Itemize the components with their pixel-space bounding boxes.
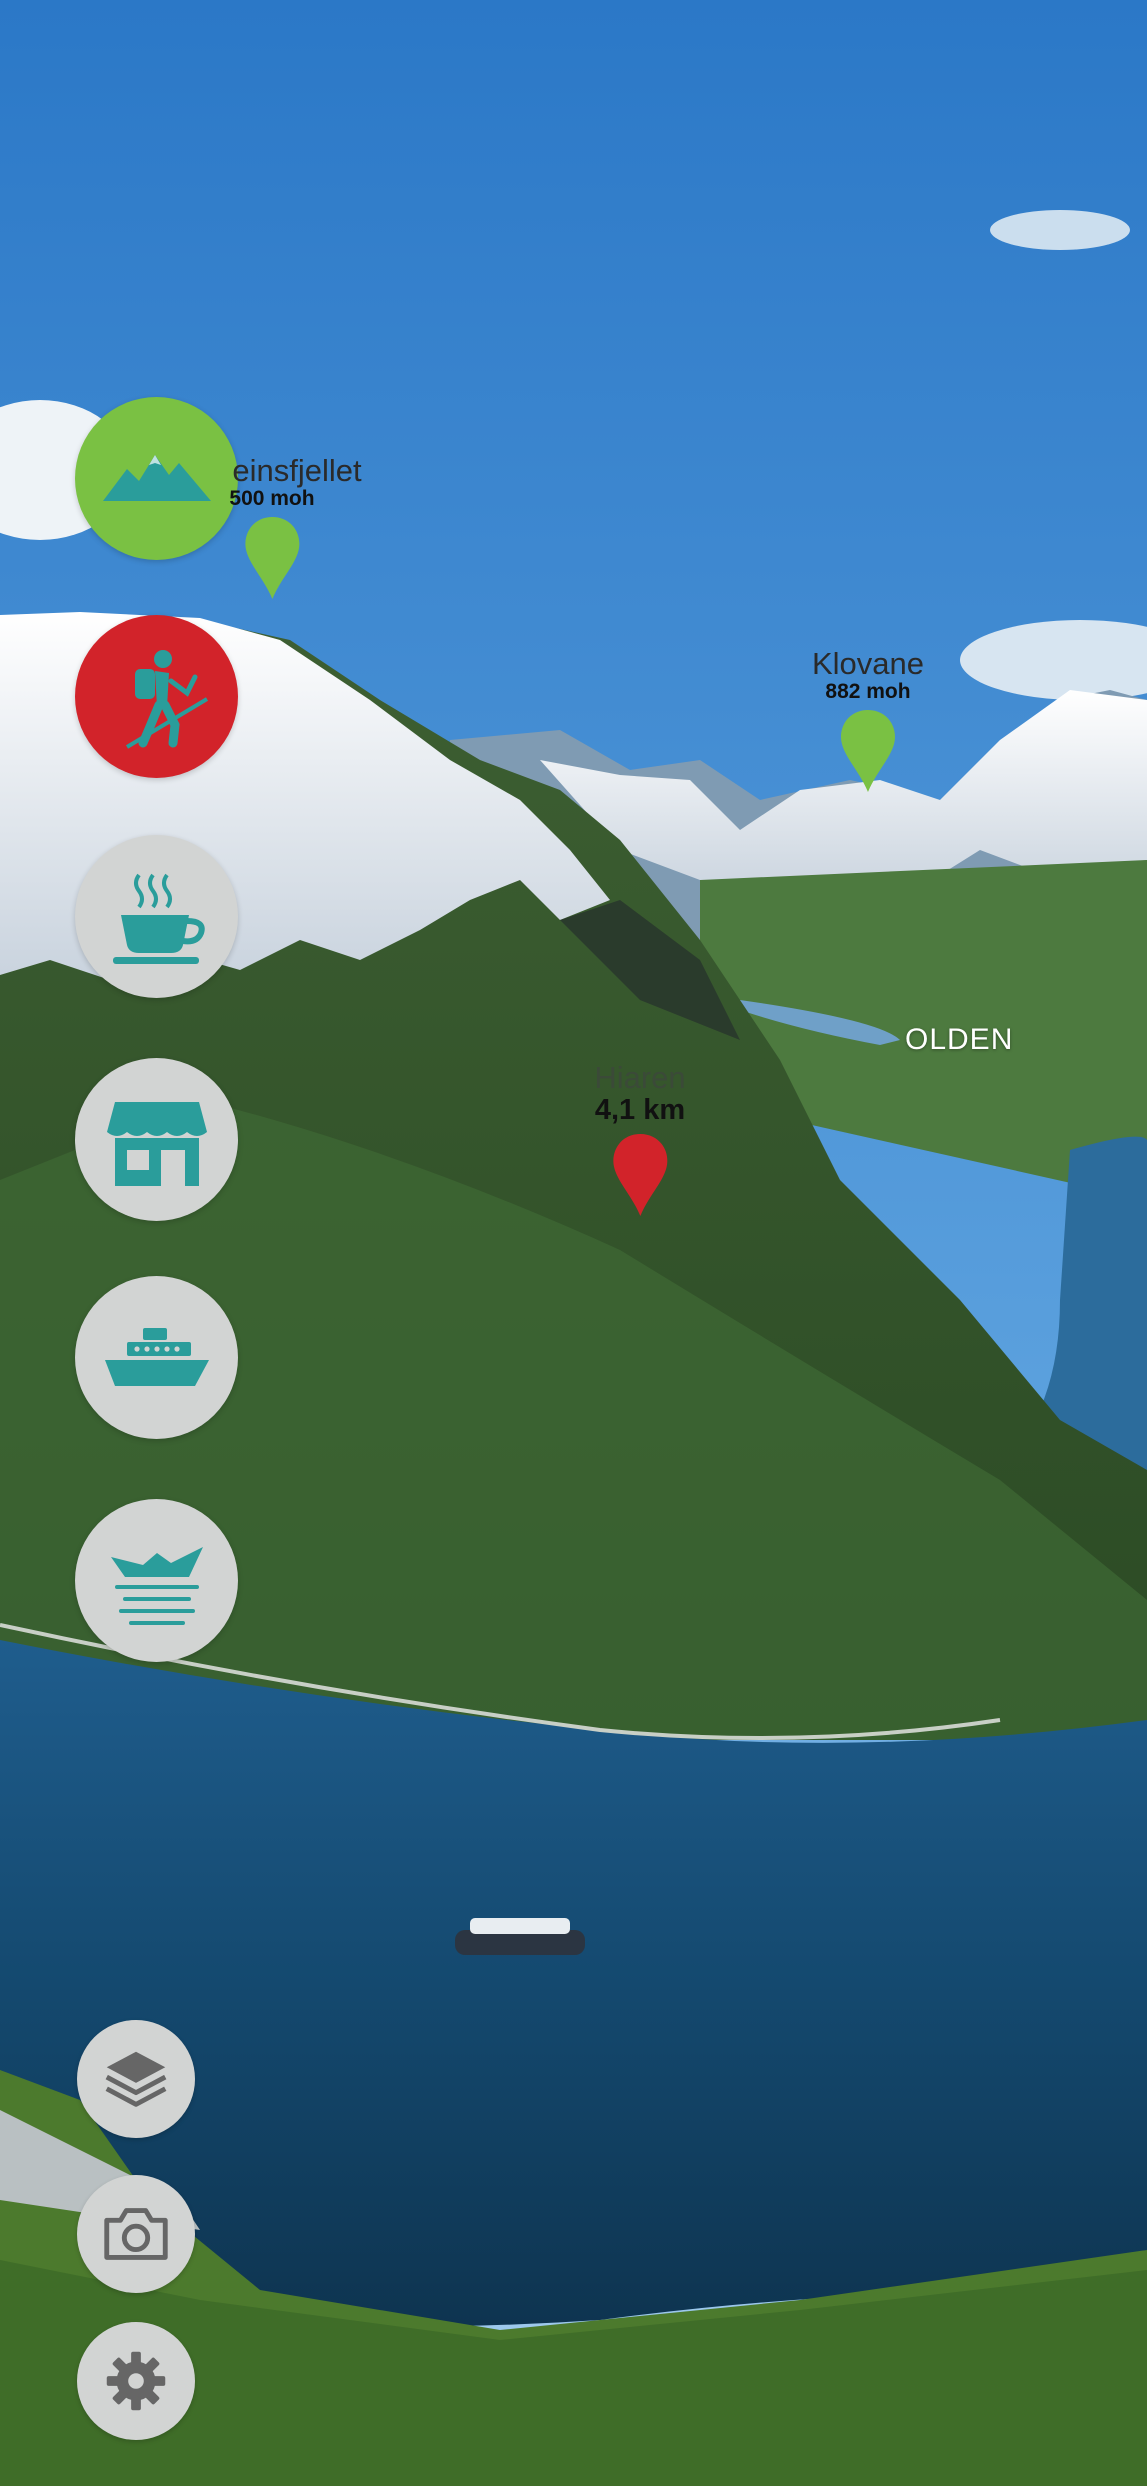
map-pin-icon — [245, 517, 299, 600]
map-pin-icon — [841, 710, 895, 793]
coffee-cup-icon — [112, 873, 205, 964]
camera-icon — [104, 2208, 168, 2260]
map-pin-icon — [612, 1133, 667, 1216]
hiker-icon — [125, 649, 208, 749]
poi-name: einsfjellet — [232, 453, 362, 488]
poi-trail[interactable]: Hiaren 4,1 km — [594, 1060, 686, 1218]
camera-button[interactable] — [77, 2175, 195, 2293]
cruise-ship-icon — [104, 1327, 209, 1386]
fjord-view-icon — [110, 1546, 203, 1625]
poi-name: Hiaren — [594, 1060, 686, 1095]
hiking-category-button[interactable] — [75, 615, 238, 778]
settings-button[interactable] — [77, 2322, 195, 2440]
storefront-icon — [106, 1101, 207, 1186]
shop-category-button[interactable] — [75, 1058, 238, 1221]
poi-peak-2[interactable]: Klovane 882 moh — [812, 648, 924, 794]
poi-distance: 4,1 km — [594, 1094, 686, 1126]
poi-altitude: 882 moh — [825, 680, 911, 703]
poi-name: Klovane — [811, 646, 925, 681]
poi-altitude: 500 moh — [229, 487, 315, 510]
fjord-category-button[interactable] — [75, 1499, 238, 1662]
layers-icon — [105, 2051, 167, 2107]
cruise-category-button[interactable] — [75, 1276, 238, 1439]
poi-peak-1[interactable]: einsfjellet 500 moh — [182, 453, 362, 601]
place-label-olden: OLDEN — [905, 1023, 1014, 1056]
cafe-category-button[interactable] — [75, 835, 238, 998]
layers-button[interactable] — [77, 2020, 195, 2138]
gear-icon — [106, 2351, 166, 2411]
